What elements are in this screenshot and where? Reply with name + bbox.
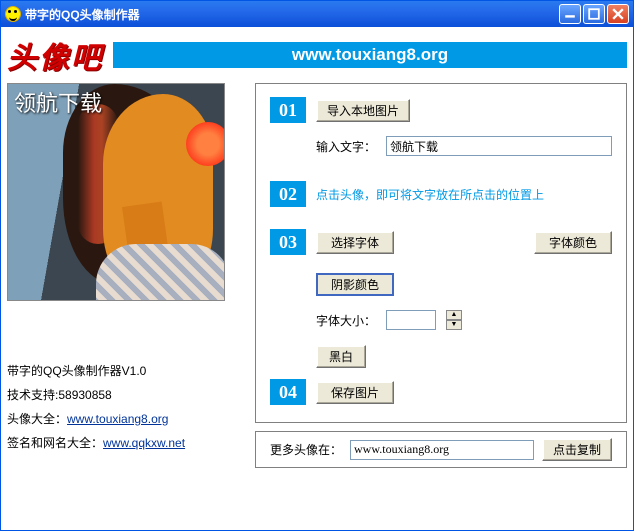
step-04-badge: 04 xyxy=(270,379,306,405)
spin-up-button[interactable]: ▲ xyxy=(446,310,462,320)
step-02-tip: 点击头像，即可将文字放在所点击的位置上 xyxy=(316,186,544,203)
avatar-preview[interactable]: 领航下载 xyxy=(7,83,225,301)
info-block: 带字的QQ头像制作器V1.0 技术支持:58930858 头像大全：www.to… xyxy=(7,359,237,455)
save-image-button[interactable]: 保存图片 xyxy=(316,381,394,404)
text-input[interactable] xyxy=(386,136,612,156)
input-text-label: 输入文字： xyxy=(316,138,376,155)
more-url-input[interactable] xyxy=(350,440,534,460)
link-touxiang8[interactable]: www.touxiang8.org xyxy=(67,412,168,426)
link-qqkxw[interactable]: www.qqkxw.net xyxy=(103,436,185,450)
step-01-badge: 01 xyxy=(270,97,306,123)
window-title: 带字的QQ头像制作器 xyxy=(25,6,140,23)
bw-button[interactable]: 黑白 xyxy=(316,345,366,368)
font-color-button[interactable]: 字体颜色 xyxy=(534,231,612,254)
logo-text: 头像吧 xyxy=(7,33,103,77)
choose-font-button[interactable]: 选择字体 xyxy=(316,231,394,254)
step-02-badge: 02 xyxy=(270,181,306,207)
banner: 头像吧 www.touxiang8.org xyxy=(7,33,627,77)
shadow-color-button[interactable]: 阴影颜色 xyxy=(316,273,394,296)
site-url-banner: www.touxiang8.org xyxy=(113,42,627,68)
app-window: 带字的QQ头像制作器 头像吧 www.touxiang8.org 领航下载 xyxy=(0,0,634,531)
content-area: 头像吧 www.touxiang8.org 领航下载 带字的QQ头像制作器V1.… xyxy=(1,27,633,530)
overlay-text: 领航下载 xyxy=(14,86,102,118)
font-size-stepper[interactable]: ▲ ▼ xyxy=(446,310,462,330)
step-03-badge: 03 xyxy=(270,229,306,255)
import-image-button[interactable]: 导入本地图片 xyxy=(316,99,410,122)
font-size-label: 字体大小： xyxy=(316,312,376,329)
copy-button[interactable]: 点击复制 xyxy=(542,438,612,461)
smiley-icon xyxy=(5,6,21,22)
footer-panel: 更多头像在： 点击复制 xyxy=(255,431,627,468)
font-size-input[interactable] xyxy=(386,310,436,330)
spin-down-button[interactable]: ▼ xyxy=(446,320,462,330)
steps-panel: 01 导入本地图片 输入文字： 02 点击头像，即可将文字放在所点击的位置上 xyxy=(255,83,627,423)
close-button[interactable] xyxy=(607,4,629,24)
minimize-button[interactable] xyxy=(559,4,581,24)
footer-label: 更多头像在： xyxy=(270,441,342,458)
maximize-button[interactable] xyxy=(583,4,605,24)
titlebar: 带字的QQ头像制作器 xyxy=(1,1,633,27)
